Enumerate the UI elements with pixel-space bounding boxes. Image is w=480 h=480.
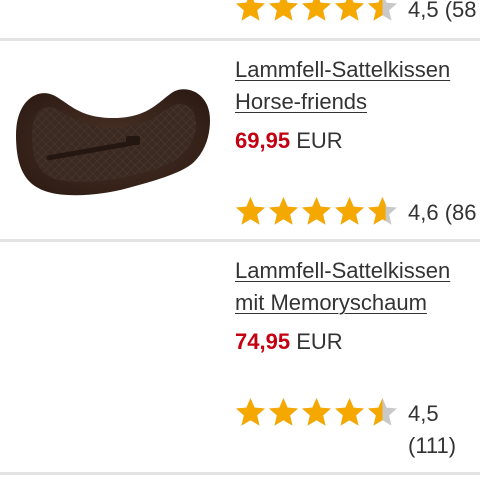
product-title-line2[interactable]: mit Memoryschaum — [235, 287, 427, 319]
divider — [0, 472, 480, 475]
price-value: 74,95 — [235, 329, 291, 354]
product-title-line2[interactable]: Horse-friends — [235, 86, 367, 118]
rating-value: 4,6 — [408, 200, 439, 225]
star-full-icon — [269, 398, 298, 426]
product-image[interactable] — [8, 80, 218, 205]
star-full-icon — [236, 398, 265, 426]
star-half-icon — [368, 0, 397, 21]
star-full-icon — [302, 0, 331, 21]
star-half-icon — [368, 197, 397, 225]
product-title[interactable]: Lammfell-Sattelkissen — [235, 255, 450, 287]
rating-stars — [235, 397, 400, 427]
price: 69,95 EUR — [235, 125, 343, 157]
rating-count: (111) — [408, 433, 457, 458]
star-full-icon — [269, 0, 298, 21]
price-currency: EUR — [296, 329, 343, 354]
star-full-icon — [236, 197, 265, 225]
rating-text: 4,6 (86 — [408, 197, 477, 229]
star-half-icon — [368, 398, 397, 426]
star-full-icon — [335, 197, 364, 225]
star-full-icon — [269, 197, 298, 225]
star-full-icon — [302, 398, 331, 426]
star-full-icon — [302, 197, 331, 225]
star-full-icon — [236, 0, 265, 21]
rating-count: (58 — [444, 0, 477, 22]
rating-stars — [235, 196, 400, 226]
star-full-icon — [335, 0, 364, 21]
star-full-icon — [335, 398, 364, 426]
price: 74,95 EUR — [235, 326, 343, 358]
price-value: 69,95 — [235, 128, 291, 153]
product-list-page: 4,5 (58 Lammfell-Sattelkissen Horse-frie… — [0, 0, 480, 480]
rating-value: 4,5 — [408, 401, 439, 426]
price-currency: EUR — [296, 128, 343, 153]
rating-count: (86 — [444, 200, 477, 225]
rating-value: 4,5 — [408, 0, 439, 22]
rating-text: 4,5 (58 — [408, 0, 477, 26]
divider — [0, 38, 480, 41]
rating-stars — [235, 0, 400, 22]
divider — [0, 239, 480, 242]
product-title[interactable]: Lammfell-Sattelkissen — [235, 54, 450, 86]
